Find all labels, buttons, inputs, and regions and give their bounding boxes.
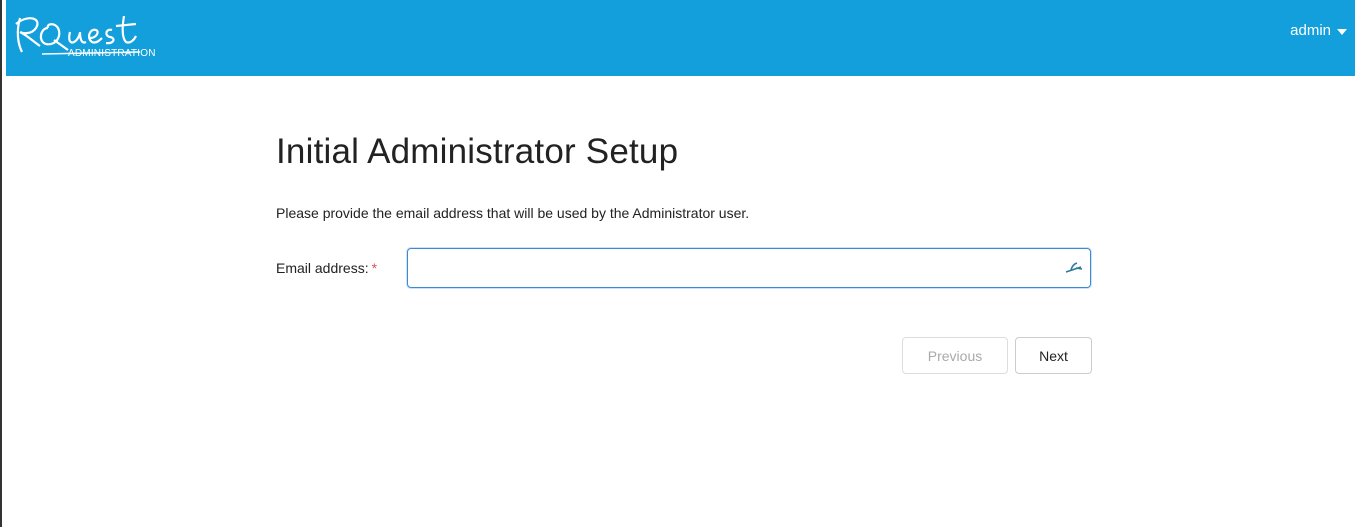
caret-down-icon [1337,28,1347,35]
required-marker: * [371,260,378,276]
top-navbar: ADMINISTRATION admin [6,0,1355,76]
window-edge [0,0,2,527]
page-title: Initial Administrator Setup [276,132,679,171]
email-label: Email address: * [276,260,377,276]
email-label-text: Email address: [276,260,369,276]
autofill-key-icon[interactable] [1063,258,1085,278]
logo-subtitle: ADMINISTRATION [68,48,156,59]
setup-description: Please provide the email address that wi… [276,205,750,221]
previous-button[interactable]: Previous [902,337,1008,374]
user-menu-label: admin [1290,22,1331,39]
next-button[interactable]: Next [1015,337,1092,374]
user-menu[interactable]: admin [1290,22,1347,39]
rquest-logo [15,15,141,55]
email-field[interactable] [407,248,1091,288]
